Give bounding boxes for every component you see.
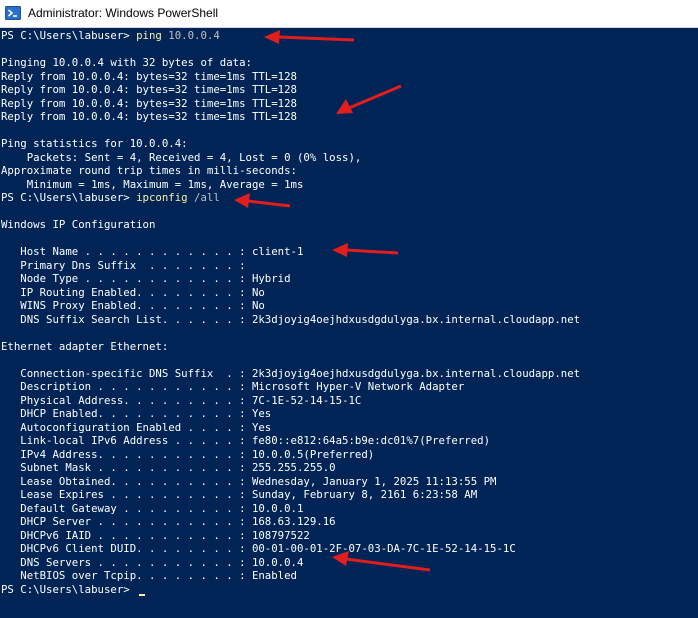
output-text: Autoconfiguration Enabled . . . . : Yes [1, 420, 272, 434]
output-line: IP Routing Enabled. . . . . . . . : No [1, 286, 698, 300]
output-line: Ethernet adapter Ethernet: [1, 340, 698, 354]
title-bar[interactable]: Administrator: Windows PowerShell [0, 0, 698, 28]
output-text: Subnet Mask . . . . . . . . . . . : 255.… [1, 461, 336, 474]
output-line: WINS Proxy Enabled. . . . . . . . : No [1, 299, 698, 313]
output-line: Approximate round trip times in milli-se… [1, 164, 698, 178]
output-line: Node Type . . . . . . . . . . . . : Hybr… [1, 272, 698, 286]
output-text: Ping statistics for 10.0.0.4: [1, 137, 188, 150]
output-line: Autoconfiguration Enabled . . . . : Yes [1, 421, 698, 435]
output-text: Description . . . . . . . . . . . : Micr… [1, 380, 465, 393]
prompt-line: PS C:\Users\labuser> [1, 583, 698, 597]
output-line: Packets: Sent = 4, Received = 4, Lost = … [1, 151, 698, 165]
text-cursor[interactable] [139, 593, 146, 596]
output-text: NetBIOS over Tcpip. . . . . . . . : Enab… [1, 569, 297, 582]
output-line: Reply from 10.0.0.4: bytes=32 time=1ms T… [1, 70, 698, 84]
output-line: Lease Expires . . . . . . . . . . : Sund… [1, 488, 698, 502]
output-text: Physical Address. . . . . . . . . : 7C-1… [1, 393, 362, 407]
output-text: Host Name . . . . . . . . . . . . : clie… [1, 245, 304, 258]
output-text: DHCPv6 IAID . . . . . . . . . . . : 1087… [1, 528, 310, 542]
output-text: Lease Expires . . . . . . . . . . : Sund… [1, 488, 478, 501]
output-text: DHCP Server . . . . . . . . . . . : 168.… [1, 515, 336, 528]
prompt: PS C:\Users\labuser> [1, 29, 137, 42]
powershell-icon [5, 6, 21, 20]
prompt-line: PS C:\Users\labuser> ipconfig /all [1, 191, 698, 205]
output-text: DNS Servers . . . . . . . . . . . : 10.0… [1, 555, 304, 569]
output-text: DNS Suffix Search List. . . . . . : 2k3d… [1, 312, 581, 326]
red-arrow-icon [332, 243, 399, 257]
output-text: Minimum = 1ms, Maximum = 1ms, Average = … [1, 177, 304, 191]
output-text: Reply from 10.0.0.4: bytes=32 time=1ms T… [1, 110, 297, 123]
red-arrow-icon [234, 193, 291, 208]
output-text: Link-local IPv6 Address . . . . . : fe80… [1, 434, 491, 447]
window-title: Administrator: Windows PowerShell [28, 6, 219, 20]
console-output[interactable]: PS C:\Users\labuser> ping 10.0.0.4 Pingin… [0, 28, 698, 618]
prompt: PS C:\Users\labuser> [1, 582, 137, 596]
output-text: Connection-specific DNS Suffix . : 2k3dj… [1, 366, 581, 380]
output-line: Lease Obtained. . . . . . . . . . : Wedn… [1, 475, 698, 489]
output-text: Approximate round trip times in milli-se… [1, 164, 297, 177]
powershell-window: Administrator: Windows PowerShell PS C:\… [0, 0, 698, 618]
output-line: DHCP Server . . . . . . . . . . . : 168.… [1, 515, 698, 529]
output-text: Reply from 10.0.0.4: bytes=32 time=1ms T… [1, 69, 297, 83]
output-text: Pinging 10.0.0.4 with 32 bytes of data: [1, 56, 252, 69]
output-line: Link-local IPv6 Address . . . . . : fe80… [1, 434, 698, 448]
output-line: Windows IP Configuration [1, 218, 698, 232]
output-line: Subnet Mask . . . . . . . . . . . : 255.… [1, 461, 698, 475]
output-line: DNS Suffix Search List. . . . . . : 2k3d… [1, 313, 698, 327]
command-args: /all [187, 191, 220, 204]
output-text: Default Gateway . . . . . . . . . : 10.0… [1, 501, 304, 515]
output-line: Connection-specific DNS Suffix . : 2k3dj… [1, 367, 698, 381]
output-line: Ping statistics for 10.0.0.4: [1, 137, 698, 151]
output-line: DHCPv6 IAID . . . . . . . . . . . : 1087… [1, 529, 698, 543]
output-line: Physical Address. . . . . . . . . : 7C-1… [1, 394, 698, 408]
output-line: Minimum = 1ms, Maximum = 1ms, Average = … [1, 178, 698, 192]
output-line: IPv4 Address. . . . . . . . . . . : 10.0… [1, 448, 698, 462]
command-args: 10.0.0.4 [161, 29, 220, 42]
output-text: IPv4 Address. . . . . . . . . . . : 10.0… [1, 447, 375, 461]
output-line: Default Gateway . . . . . . . . . : 10.0… [1, 502, 698, 516]
output-text: Node Type . . . . . . . . . . . . : Hybr… [1, 272, 291, 285]
red-arrow-icon [336, 84, 402, 114]
output-line: Description . . . . . . . . . . . : Micr… [1, 380, 698, 394]
output-text: Packets: Sent = 4, Received = 4, Lost = … [1, 150, 362, 164]
command: ipconfig [136, 191, 188, 204]
output-text: Windows IP Configuration [1, 218, 156, 231]
output-text: IP Routing Enabled. . . . . . . . : No [1, 285, 265, 299]
red-arrow-icon [332, 551, 431, 572]
output-text: Ethernet adapter Ethernet: [1, 339, 169, 353]
output-text: DHCP Enabled. . . . . . . . . . . : Yes [1, 407, 272, 420]
command: ping [136, 29, 162, 42]
prompt: PS C:\Users\labuser> [1, 191, 137, 204]
output-line: DHCP Enabled. . . . . . . . . . . : Yes [1, 407, 698, 421]
output-line: Primary Dns Suffix . . . . . . . : [1, 259, 698, 273]
red-arrow-icon [264, 30, 355, 44]
output-text: Reply from 10.0.0.4: bytes=32 time=1ms T… [1, 96, 297, 110]
output-text: Reply from 10.0.0.4: bytes=32 time=1ms T… [1, 83, 297, 96]
output-text: Primary Dns Suffix . . . . . . . : [1, 258, 246, 272]
output-line: Pinging 10.0.0.4 with 32 bytes of data: [1, 56, 698, 70]
output-text: DHCPv6 Client DUID. . . . . . . . : 00-0… [1, 542, 516, 555]
output-text: WINS Proxy Enabled. . . . . . . . : No [1, 299, 265, 312]
output-text: Lease Obtained. . . . . . . . . . : Wedn… [1, 474, 497, 488]
